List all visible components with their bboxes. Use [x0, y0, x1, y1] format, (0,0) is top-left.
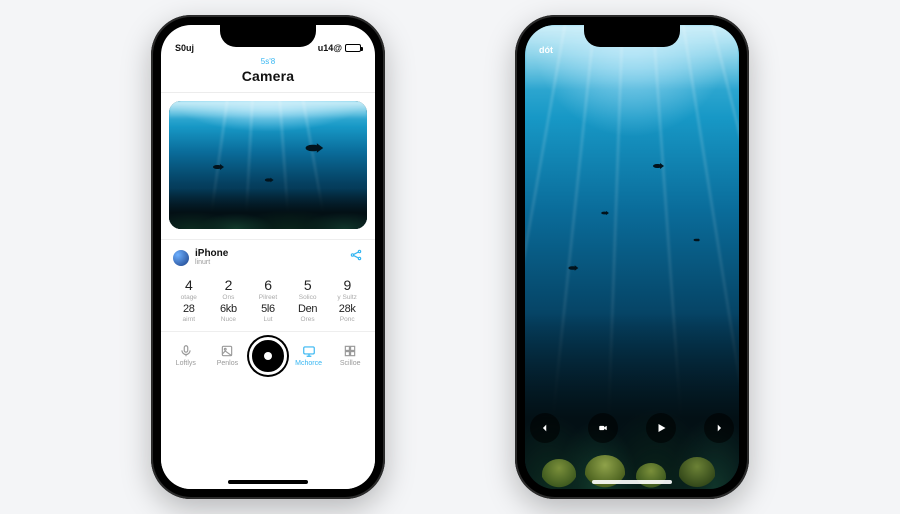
record-button[interactable]	[588, 413, 618, 443]
monitor-icon	[302, 344, 316, 358]
chevron-left-icon	[540, 423, 550, 433]
home-indicator[interactable]	[592, 480, 672, 484]
page-title: Camera	[161, 68, 375, 84]
status-network-text: u14@	[318, 43, 342, 53]
tab-bar: Loftlys Penlos Mchorce Scilloe	[161, 331, 375, 387]
info-panel: iPhone linurt 4otage 2Ons 6Pilreet 5Soli…	[161, 239, 375, 489]
device-name: iPhone	[195, 249, 228, 259]
play-icon	[655, 422, 667, 434]
status-time: dót	[539, 45, 553, 55]
camera-viewfinder[interactable]	[169, 101, 367, 229]
stat-cell: 5l6Lut	[248, 303, 288, 323]
left-screen: S0uj u14@ 5s'8 Camera	[161, 25, 375, 489]
tab-loftlys[interactable]: Loftlys	[166, 344, 206, 367]
gallery-icon	[220, 344, 234, 358]
home-indicator[interactable]	[228, 480, 308, 484]
stat-cell: 28airnt	[169, 303, 209, 323]
next-button[interactable]	[704, 413, 734, 443]
stat-cell: 4otage	[169, 277, 209, 301]
chevron-right-icon	[714, 423, 724, 433]
left-phone-frame: S0uj u14@ 5s'8 Camera	[151, 15, 385, 499]
playback-controls	[525, 413, 739, 443]
tab-label: Mchorce	[295, 360, 322, 367]
stat-cell: 5Solico	[288, 277, 328, 301]
play-button[interactable]	[646, 413, 676, 443]
tab-penlos[interactable]: Penlos	[207, 344, 247, 367]
stat-cell: 6kbNuce	[209, 303, 249, 323]
stat-cell: 6Pilreet	[248, 277, 288, 301]
tab-label: Penlos	[217, 360, 238, 367]
status-time: S0uj	[175, 43, 194, 53]
right-screen: dót	[525, 25, 739, 489]
battery-icon	[345, 44, 361, 52]
stat-cell: 28kPonc	[327, 303, 367, 323]
share-icon[interactable]	[349, 248, 363, 267]
tab-scilloe[interactable]: Scilloe	[330, 344, 370, 367]
notch	[220, 25, 316, 47]
notch	[584, 25, 680, 47]
previous-button[interactable]	[530, 413, 560, 443]
status-right: u14@	[318, 43, 361, 53]
stat-cell: DenOres	[288, 303, 328, 323]
underwater-preview	[169, 101, 367, 229]
right-phone-frame: dót	[515, 15, 749, 499]
page-header: 5s'8 Camera	[161, 55, 375, 93]
panel-header: iPhone linurt	[161, 240, 375, 273]
device-avatar	[173, 250, 189, 266]
header-subtitle: 5s'8	[161, 57, 375, 66]
stat-cell: 9y Sultz	[327, 277, 367, 301]
shutter-button[interactable]	[249, 337, 287, 375]
stats-grid: 4otage 2Ons 6Pilreet 5Solico 9y Sultz 28…	[161, 273, 375, 331]
grid-icon	[343, 344, 357, 358]
stat-cell: 2Ons	[209, 277, 249, 301]
tab-label: Scilloe	[340, 360, 361, 367]
device-subtitle: linurt	[195, 259, 228, 266]
tab-label: Loftlys	[176, 360, 196, 367]
device-text: iPhone linurt	[195, 249, 228, 266]
mic-icon	[179, 344, 193, 358]
video-icon	[598, 423, 608, 433]
tab-mchorce[interactable]: Mchorce	[289, 344, 329, 367]
